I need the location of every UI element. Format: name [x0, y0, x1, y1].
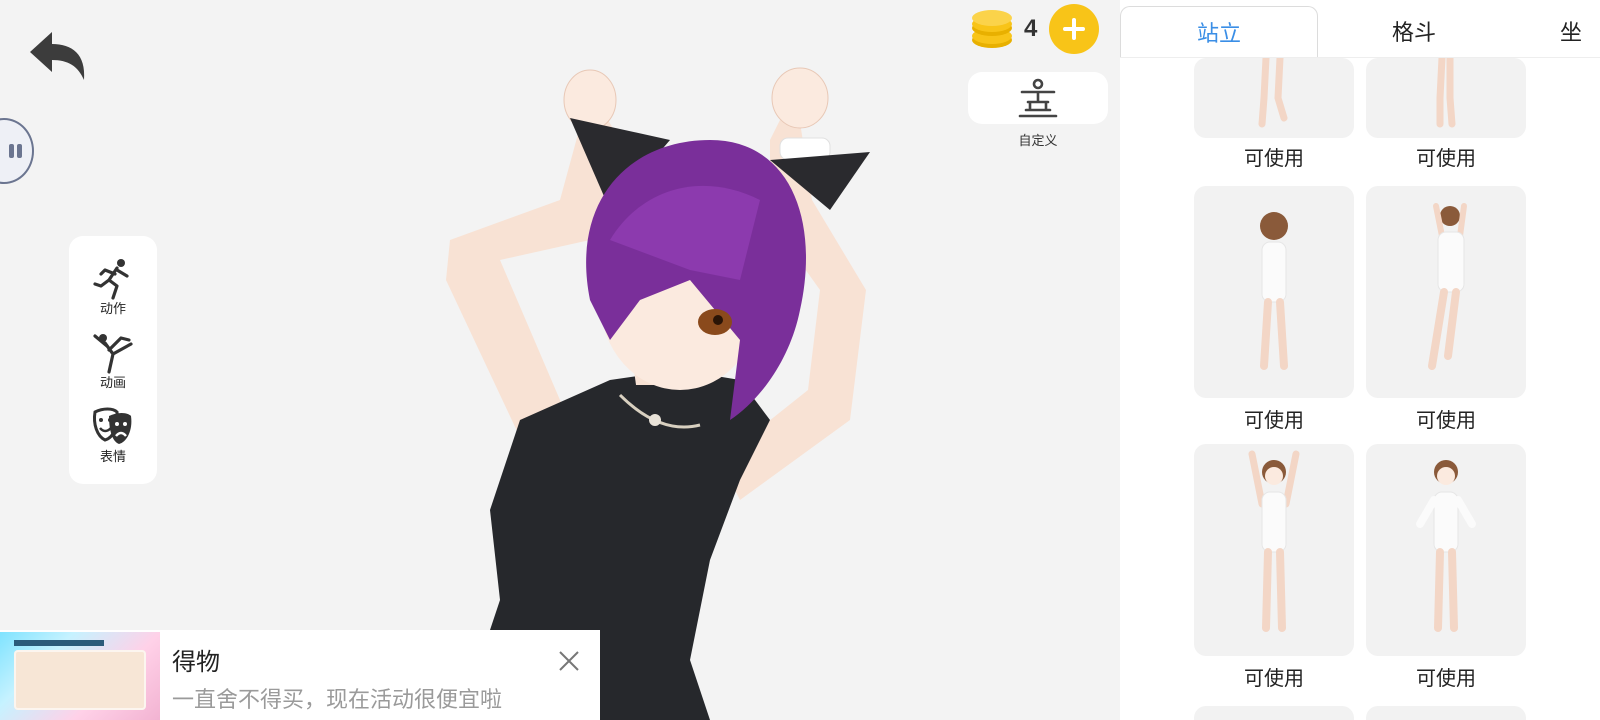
- tab-standing[interactable]: 站立: [1120, 6, 1318, 57]
- coin-count: 4: [1024, 15, 1038, 42]
- dancing-figure-icon: [93, 334, 133, 374]
- pose-card[interactable]: [1366, 706, 1526, 720]
- running-figure-icon: [93, 259, 129, 300]
- tool-expression-label: 表情: [99, 450, 126, 465]
- coin-stack-icon: [972, 10, 1012, 48]
- pose-card[interactable]: [1194, 186, 1354, 398]
- pose-card[interactable]: [1366, 444, 1526, 656]
- pose-tabs: 站立 格斗 坐: [1120, 0, 1600, 58]
- tool-action-button[interactable]: 动作: [69, 256, 157, 317]
- pose-figure: [1428, 203, 1467, 370]
- pose-card[interactable]: [1194, 444, 1354, 656]
- pose-card-label: 可使用: [1244, 666, 1304, 690]
- pose-card[interactable]: [1366, 58, 1526, 138]
- tool-animation-label: 动画: [99, 376, 126, 391]
- pose-card-label: 可使用: [1416, 666, 1476, 690]
- pose-card-label: 可使用: [1244, 146, 1304, 170]
- pose-figure: [1258, 58, 1288, 128]
- tool-animation-button[interactable]: 动画: [69, 330, 157, 391]
- back-arrow-icon: [30, 32, 85, 80]
- pose-card[interactable]: [1366, 186, 1526, 398]
- pose-panel: 站立 格斗 坐 可使用 可使用 可使用 可使用 可使用 可使用: [1120, 0, 1600, 720]
- back-button[interactable]: [26, 26, 90, 90]
- pose-card-label: 可使用: [1244, 408, 1304, 432]
- character-model[interactable]: [440, 40, 900, 720]
- add-coins-button[interactable]: [1049, 4, 1100, 54]
- tool-action-label: 动作: [99, 302, 126, 317]
- coin-balance: 4: [970, 4, 1100, 54]
- ad-banner[interactable]: 得物 一直舍不得买，现在活动很便宜啦: [0, 630, 600, 720]
- ad-title: 得物: [172, 648, 220, 676]
- ad-subtitle: 一直舍不得买，现在活动很便宜啦: [172, 688, 503, 713]
- tab-sitting[interactable]: 坐: [1512, 6, 1600, 56]
- pose-card-label: 可使用: [1416, 146, 1476, 170]
- pose-figure: [1260, 212, 1288, 370]
- pause-icon: [9, 144, 14, 158]
- pose-card-label: 可使用: [1416, 408, 1476, 432]
- ad-thumbnail: [0, 632, 160, 720]
- pose-card[interactable]: [1194, 58, 1354, 138]
- model-viewport[interactable]: 动作 动画 表情 4 自定义 得物 一直舍不得买，现在活动很便宜啦: [0, 0, 1120, 720]
- pose-figure: [1248, 450, 1300, 632]
- custom-pose-label: 自定义: [1018, 134, 1058, 149]
- pose-figure: [1416, 460, 1476, 632]
- tool-expression-button[interactable]: 表情: [69, 404, 157, 465]
- pose-figure: [1436, 58, 1456, 128]
- close-icon[interactable]: [556, 648, 582, 674]
- custom-pose-button[interactable]: [968, 72, 1108, 124]
- plus-icon: [1063, 18, 1086, 40]
- pose-card[interactable]: [1194, 706, 1354, 720]
- tab-fighting[interactable]: 格斗: [1316, 6, 1512, 56]
- theater-mask-icon: [93, 407, 132, 444]
- tool-panel: 动作 动画 表情: [69, 236, 157, 484]
- pose-stand-icon: [1018, 78, 1058, 118]
- pause-button[interactable]: [0, 118, 34, 184]
